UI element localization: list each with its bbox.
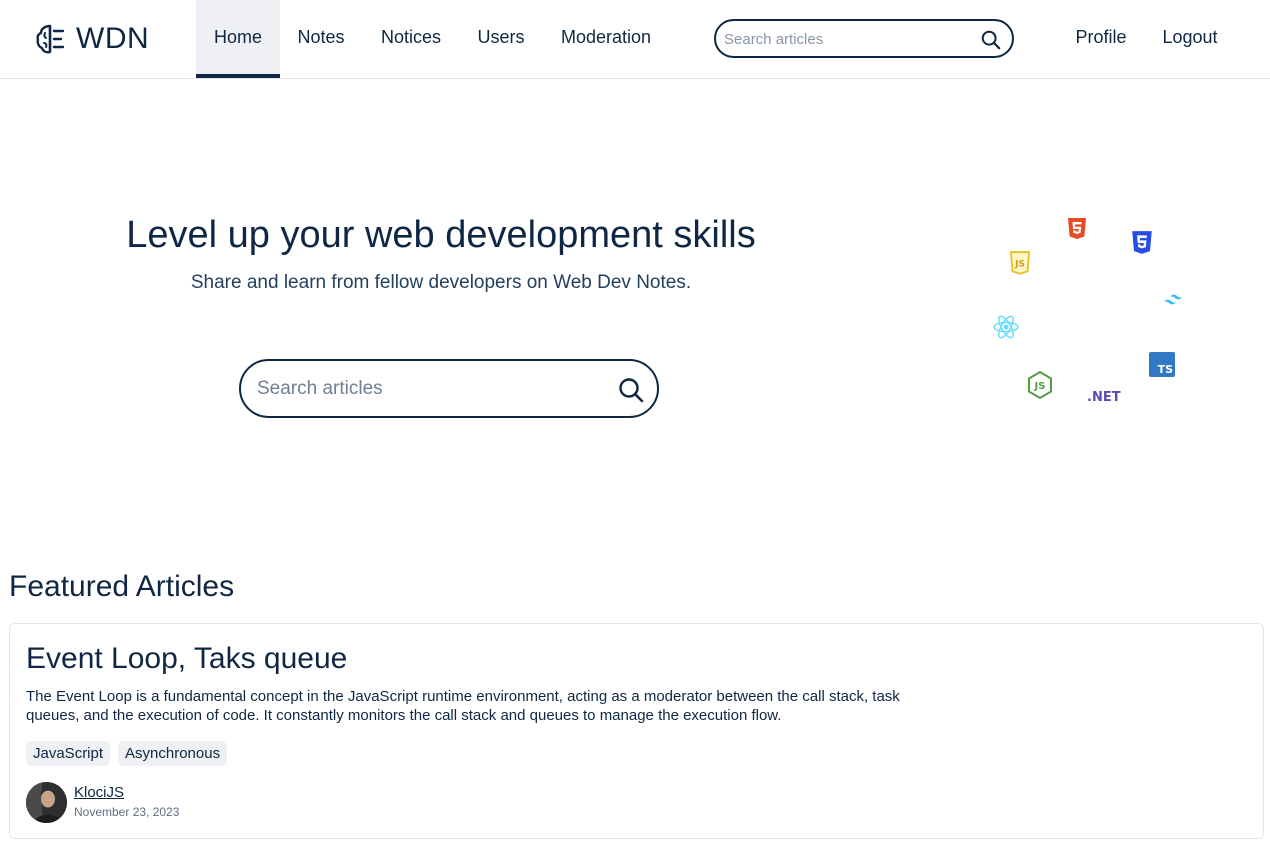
javascript-icon: JS [1009,251,1031,275]
react-icon [993,315,1019,339]
nodejs-icon: JS [1028,370,1052,400]
featured-heading: Featured Articles [9,570,235,603]
nav-logout[interactable]: Logout [1154,0,1226,78]
dotnet-icon: .NET [1087,390,1121,405]
article-card[interactable]: Event Loop, Taks queue The Event Loop is… [9,623,1264,839]
tailwind-icon [1164,294,1182,305]
avatar-image [26,782,67,823]
hero-search-input[interactable] [257,376,597,402]
author-name-link[interactable]: KlociJS [74,784,179,801]
brand-logo[interactable]: WDN [36,22,149,56]
html5-icon [1068,218,1086,239]
typescript-icon: TS [1149,352,1175,377]
search-icon[interactable] [617,376,645,404]
nav-profile[interactable]: Profile [1066,0,1136,78]
tag-asynchronous[interactable]: Asynchronous [118,741,228,766]
article-author: KlociJS November 23, 2023 [26,782,179,823]
nav-search-input[interactable] [724,27,964,51]
svg-text:JS: JS [1014,259,1025,269]
article-tags: JavaScript Asynchronous [26,741,228,766]
top-navbar: WDN Home Notes Notices Users Moderation … [0,0,1270,79]
nav-home[interactable]: Home [196,0,280,78]
hero-search-box [239,359,659,418]
typescript-label: TS [1157,363,1173,376]
css3-icon [1132,231,1152,254]
avatar[interactable] [26,782,67,823]
article-description: The Event Loop is a fundamental concept … [26,688,900,724]
svg-text:JS: JS [1034,381,1046,392]
nav-notices[interactable]: Notices [370,0,452,78]
hero-subtitle: Share and learn from fellow developers o… [190,272,692,293]
tag-javascript[interactable]: JavaScript [26,741,111,766]
article-date: November 23, 2023 [74,805,180,819]
nav-notes[interactable]: Notes [288,0,354,78]
author-info: KlociJS November 23, 2023 [74,784,179,819]
brain-icon [36,24,65,54]
nav-moderation[interactable]: Moderation [550,0,662,78]
article-title[interactable]: Event Loop, Taks queue [26,642,347,676]
nav-users[interactable]: Users [468,0,534,78]
nav-search-box [714,19,1014,58]
search-icon[interactable] [980,29,1002,51]
hero-title: Level up your web development skills [126,214,756,256]
brand-name: WDN [76,22,150,55]
